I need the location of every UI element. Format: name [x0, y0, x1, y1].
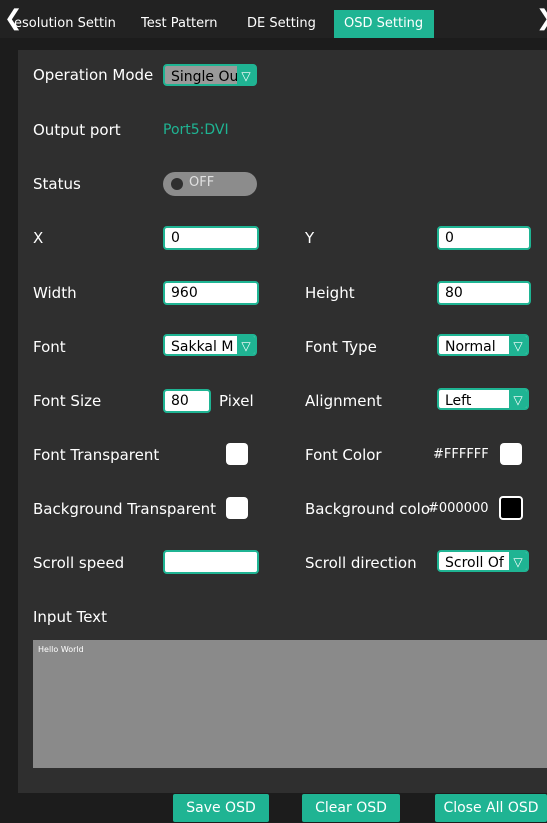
font-type-label: Font Type	[305, 338, 377, 356]
input-text-value: Hello World	[38, 645, 84, 654]
clear-osd-button[interactable]: Clear OSD	[302, 794, 400, 822]
alignment-select[interactable]: Left ▽	[437, 388, 529, 410]
save-osd-button[interactable]: Save OSD	[173, 794, 269, 822]
background-color-swatch[interactable]	[499, 496, 523, 520]
scroll-direction-label: Scroll direction	[305, 554, 417, 572]
height-input[interactable]: 80	[437, 281, 531, 305]
background-transparent-checkbox[interactable]	[226, 497, 248, 519]
dropdown-arrow-icon: ▽	[509, 390, 527, 408]
x-label: X	[33, 229, 44, 247]
tab-de-setting[interactable]: DE Setting	[247, 10, 325, 38]
tab-test-pattern[interactable]: Test Pattern	[141, 10, 233, 38]
width-label: Width	[33, 284, 77, 302]
dropdown-arrow-icon: ▽	[237, 66, 255, 84]
tab-osd-setting[interactable]: OSD Setting	[334, 10, 434, 38]
alignment-value: Left	[445, 393, 472, 409]
dropdown-arrow-icon: ▽	[237, 336, 255, 354]
font-type-select[interactable]: Normal ▽	[437, 334, 529, 356]
font-size-label: Font Size	[33, 392, 102, 410]
scroll-speed-input[interactable]	[163, 550, 259, 574]
tab-resolution-setting[interactable]: esolution Settin	[14, 10, 126, 38]
status-toggle[interactable]: OFF	[163, 172, 257, 196]
y-label: Y	[305, 229, 315, 247]
font-label: Font	[33, 338, 66, 356]
scroll-speed-label: Scroll speed	[33, 554, 125, 572]
height-label: Height	[305, 284, 355, 302]
background-transparent-label: Background Transparent	[33, 500, 217, 518]
font-size-unit: Pixel	[219, 392, 254, 410]
font-color-swatch[interactable]	[500, 443, 522, 465]
font-transparent-label: Font Transparent	[33, 446, 160, 464]
close-all-osd-button[interactable]: Close All OSD	[435, 794, 547, 822]
chevron-right-icon[interactable]: ❯	[536, 6, 547, 31]
font-value: Sakkal M	[171, 339, 234, 355]
output-port-value: Port5:DVI	[163, 122, 229, 138]
font-color-label: Font Color	[305, 446, 382, 464]
operation-mode-value: Single Ou	[171, 69, 239, 85]
scroll-direction-value: Scroll Of	[445, 555, 504, 571]
alignment-label: Alignment	[305, 392, 382, 410]
status-value: OFF	[189, 175, 215, 190]
font-transparent-checkbox[interactable]	[226, 443, 248, 465]
operation-mode-select[interactable]: Single Ou ▽	[163, 64, 257, 86]
input-text-label: Input Text	[33, 608, 107, 626]
input-text-area[interactable]: Hello World	[33, 640, 547, 768]
output-port-label: Output port	[33, 121, 121, 139]
operation-mode-label: Operation Mode	[33, 66, 154, 84]
font-size-input[interactable]: 80	[163, 389, 211, 413]
status-label: Status	[33, 175, 81, 193]
x-input[interactable]: 0	[163, 226, 259, 250]
toggle-knob	[171, 178, 183, 190]
font-type-value: Normal	[445, 339, 496, 355]
width-input[interactable]: 960	[163, 281, 259, 305]
background-color-value: #000000	[428, 501, 489, 516]
font-color-value: #FFFFFF	[433, 447, 489, 462]
scroll-direction-select[interactable]: Scroll Of ▽	[437, 550, 529, 572]
dropdown-arrow-icon: ▽	[509, 552, 527, 570]
font-select[interactable]: Sakkal M ▽	[163, 334, 257, 356]
background-color-label: Background colo	[305, 500, 431, 518]
y-input[interactable]: 0	[437, 226, 531, 250]
dropdown-arrow-icon: ▽	[509, 336, 527, 354]
